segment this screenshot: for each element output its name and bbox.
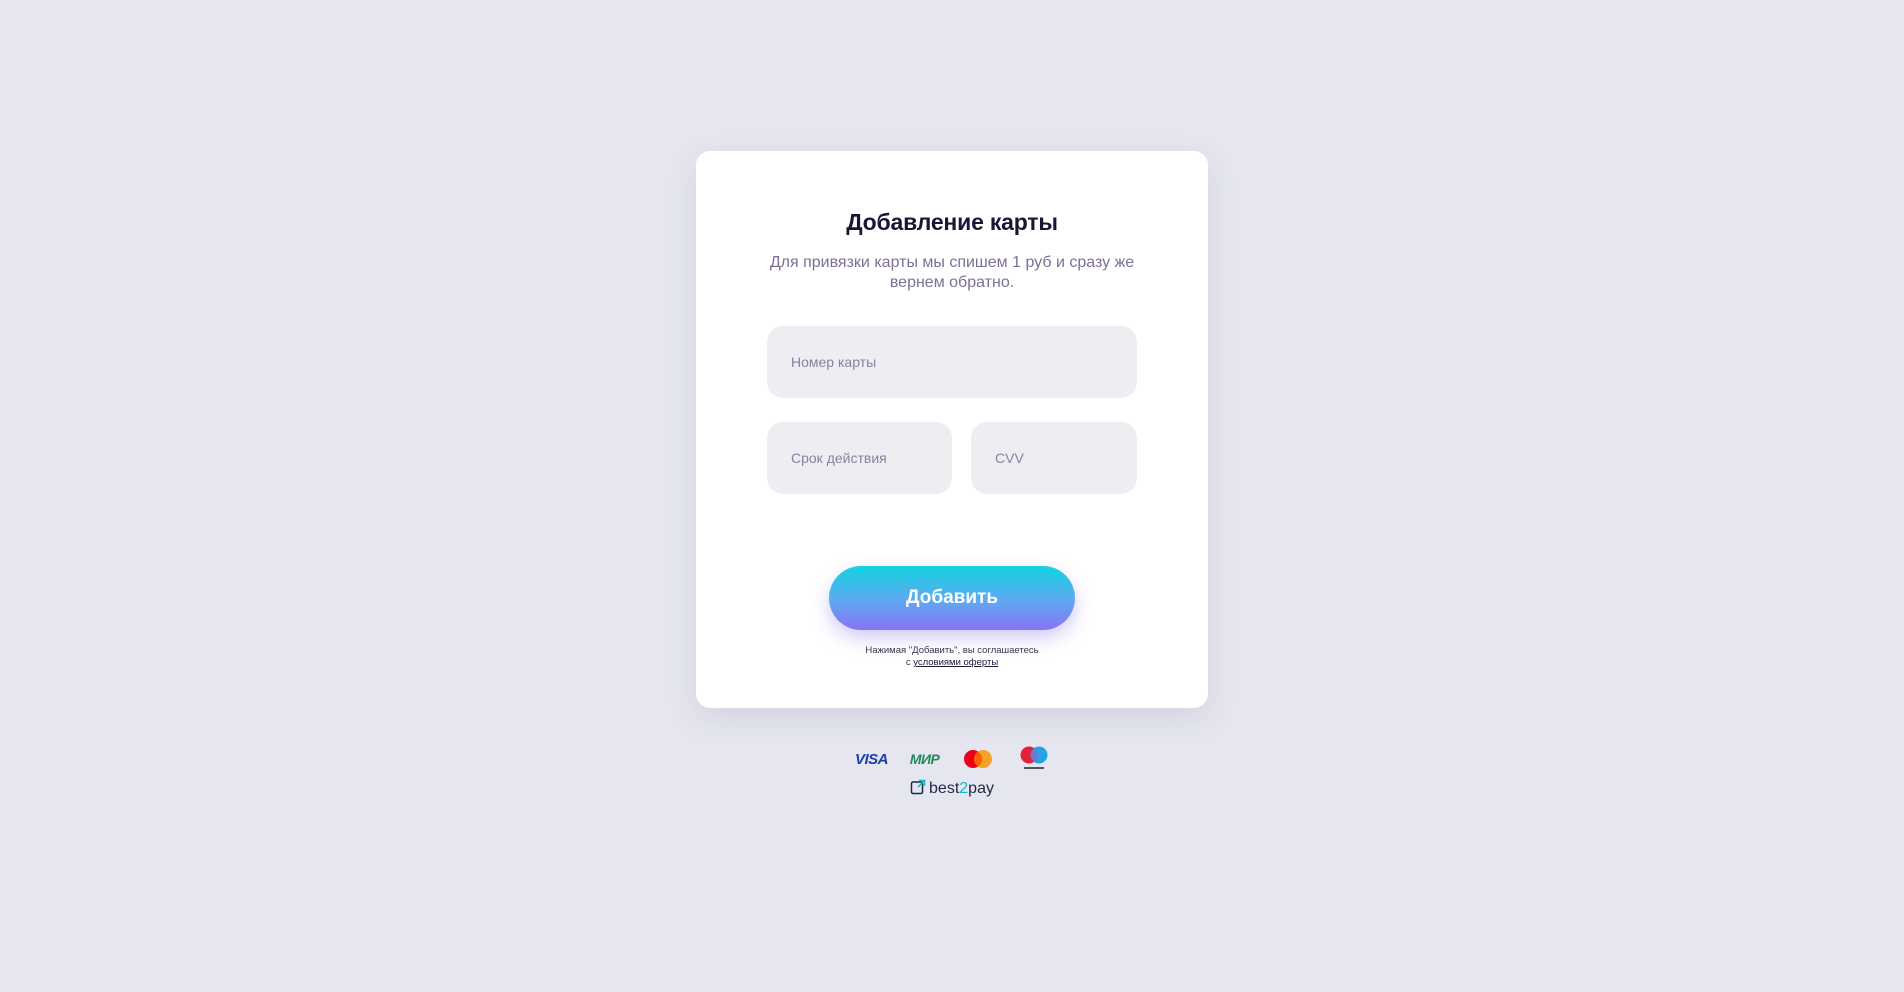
agreement-connector: с <box>905 657 911 668</box>
card-number-input[interactable] <box>767 326 1137 398</box>
payment-systems-logos: VISA МИР <box>855 745 1051 773</box>
add-card-button[interactable]: Добавить <box>829 566 1075 630</box>
brand-two: 2 <box>959 780 969 797</box>
form-subtitle: Для привязки карты мы спишем 1 руб и сра… <box>769 254 1135 291</box>
best2pay-logo: best2pay <box>0 779 1904 800</box>
cvv-input[interactable] <box>971 422 1137 494</box>
brand-suffix: pay <box>968 780 994 797</box>
visa-logo: VISA <box>855 750 889 768</box>
add-card-form: Добавление карты Для привязки карты мы с… <box>696 151 1208 708</box>
page-title: Добавление карты <box>846 209 1058 235</box>
agreement-prefix: Нажимая "Добавить", вы соглашаетесь <box>865 645 1039 656</box>
agreement-text: Нажимая "Добавить", вы соглашаетесь с ус… <box>696 645 1208 669</box>
mastercard-logo <box>961 748 995 770</box>
expiry-date-input[interactable] <box>767 422 952 494</box>
offer-terms-link[interactable]: условиями оферты <box>913 657 998 668</box>
brand-prefix: best <box>929 780 960 797</box>
mir-logo: МИР <box>909 751 940 767</box>
maestro-logo <box>1017 745 1051 773</box>
best2pay-icon <box>910 779 926 800</box>
